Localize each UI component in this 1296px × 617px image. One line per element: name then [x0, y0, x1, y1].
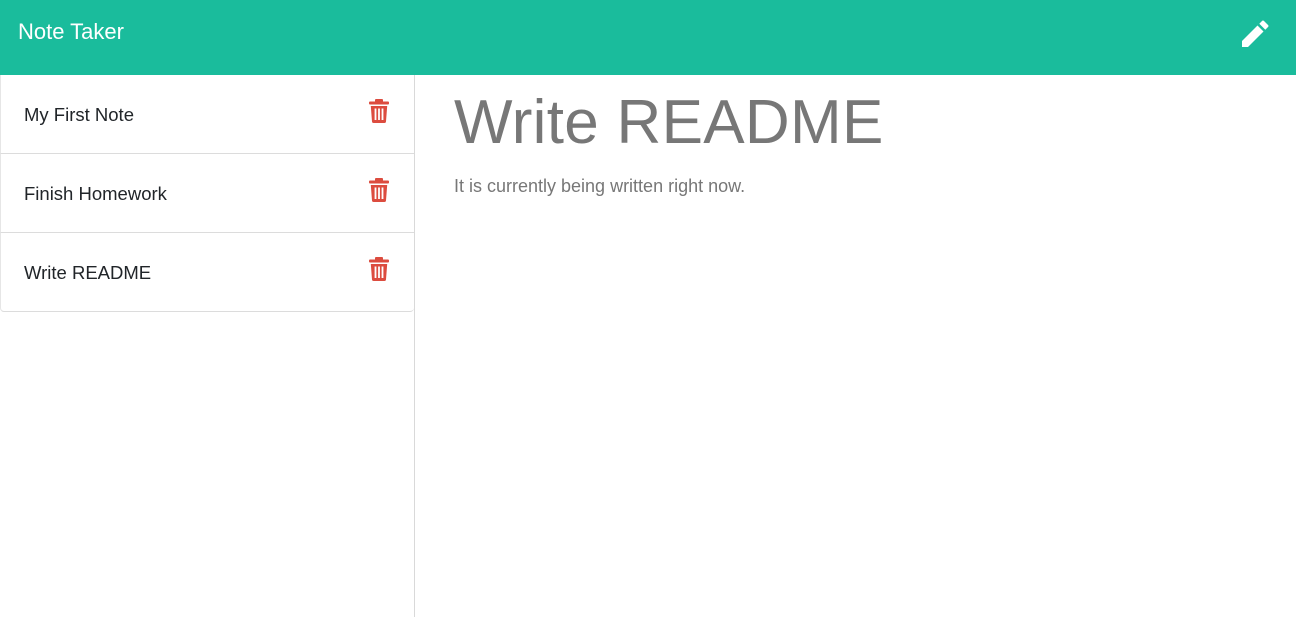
navbar: Note Taker	[0, 0, 1296, 75]
note-item-title[interactable]: Write README	[24, 262, 151, 284]
trash-icon[interactable]	[369, 99, 389, 123]
note-item-title[interactable]: Finish Homework	[24, 183, 167, 205]
notes-sidebar: My First Note Finish Homework Write READ…	[0, 75, 415, 617]
new-note-button[interactable]	[1236, 19, 1270, 53]
note-title-display: Write README	[454, 88, 884, 157]
note-list: My First Note Finish Homework Write READ…	[0, 75, 414, 312]
note-text-display: It is currently being written right now.	[454, 176, 746, 196]
list-item[interactable]: Finish Homework	[0, 154, 414, 233]
note-item-title[interactable]: My First Note	[24, 104, 134, 126]
list-item[interactable]: Write README	[0, 233, 414, 312]
note-view: Write README It is currently being writt…	[415, 75, 1296, 617]
trash-icon[interactable]	[369, 178, 389, 202]
pencil-icon	[1242, 20, 1269, 47]
app-title[interactable]: Note Taker	[18, 20, 124, 43]
trash-icon[interactable]	[369, 257, 389, 281]
list-item[interactable]: My First Note	[0, 75, 414, 154]
